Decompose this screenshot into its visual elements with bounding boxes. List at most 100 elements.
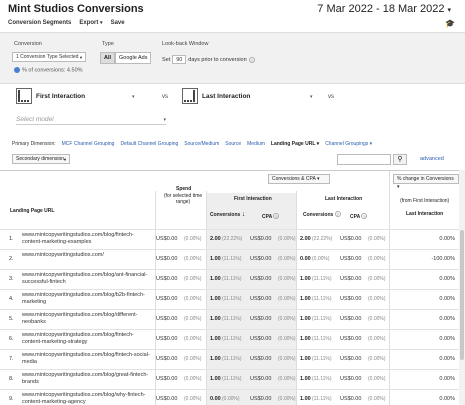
cell-url[interactable]: www.mintcopywritingstudios.com/blog/diff…: [22, 312, 152, 326]
cell-fcpa: US$0.00: [250, 336, 272, 342]
chevron-down-icon[interactable]: ▾: [310, 94, 313, 100]
chevron-down-icon: ▾: [316, 176, 320, 182]
lookback-days-input[interactable]: 90: [172, 55, 187, 64]
cell-spend-p: (0.00%): [184, 336, 202, 342]
dimension-landing-page[interactable]: Landing Page URL ▾: [271, 141, 319, 147]
sort-arrow-icon: ↓: [241, 211, 246, 218]
cell-spend: US$0.00: [156, 336, 178, 342]
dimension-source-medium[interactable]: Source/Medium: [184, 141, 219, 147]
dimension-source[interactable]: Source: [225, 141, 241, 147]
table-row: 7. www.mintcopywritingstudios.com/blog/fi…: [0, 349, 465, 369]
page-title: Mint Studios Conversions: [8, 3, 144, 15]
cell-spend: US$0.00: [156, 296, 178, 302]
cell-url[interactable]: www.mintcopywritingstudios.com/blog/b2b-…: [22, 292, 152, 306]
col-last-conversions[interactable]: Conversions ?: [303, 211, 341, 218]
save-button[interactable]: Save: [111, 20, 125, 26]
change-metric-select[interactable]: % change in Conversions ▾: [393, 174, 459, 190]
dimension-medium[interactable]: Medium: [247, 141, 265, 147]
cell-chg: 0.00%: [439, 276, 455, 282]
model-last-selector[interactable]: Last Interaction: [182, 88, 250, 104]
col-spend[interactable]: Spend: [176, 186, 191, 192]
cell-lcpa: US$0.00: [340, 316, 362, 322]
channel-groupings-label: Channel Groupings: [325, 141, 369, 147]
cell-url[interactable]: www.mintcopywritingstudios.com/blog/fint…: [22, 352, 152, 366]
type-toggle: All Google Ads: [100, 52, 152, 64]
cell-url[interactable]: www.mintcopywritingstudios.com/blog/ant-…: [22, 272, 152, 286]
export-button[interactable]: Export ▾: [79, 20, 102, 26]
cell-spend-p: (0.00%): [184, 236, 202, 242]
chevron-down-icon: ▼: [63, 157, 67, 162]
col-first-cpa[interactable]: CPA ?: [262, 213, 280, 220]
cell-fcpa-p: (0.00%): [278, 236, 296, 242]
cell-spend-p: (0.00%): [184, 376, 202, 382]
conversion-segments-button[interactable]: Conversion Segments: [8, 20, 71, 26]
metric-select-label: Conversions & CPA: [272, 176, 316, 182]
cell-idx: 2.: [9, 256, 14, 262]
advanced-link[interactable]: advanced: [420, 156, 444, 162]
cell-fconv-p: (11.11%): [222, 376, 242, 382]
table-row: 8. www.mintcopywritingstudios.com/blog/gr…: [0, 369, 465, 389]
help-icon[interactable]: ?: [248, 56, 255, 63]
search-icon[interactable]: ⚲: [393, 154, 407, 165]
model-first-selector[interactable]: First Interaction: [16, 88, 85, 104]
cell-fconv: 2.00: [210, 236, 221, 242]
cell-chg: 0.00%: [439, 356, 455, 362]
help-icon[interactable]: ?: [334, 211, 341, 217]
select-model-dropdown[interactable]: Select model ▾: [16, 116, 166, 125]
cell-fconv: 1.00: [210, 256, 221, 262]
channel-groupings-link[interactable]: Channel Groupings ▾: [325, 141, 372, 147]
col-landing-page[interactable]: Landing Page URL: [10, 208, 54, 214]
cell-fcpa-p: (0.00%): [278, 296, 296, 302]
cell-fcpa: US$0.00: [250, 316, 272, 322]
table-row: 9. www.mintcopywritingstudios.com/blog/wh…: [0, 389, 465, 405]
cell-fcpa-p: (0.00%): [278, 356, 296, 362]
search-input[interactable]: [337, 154, 391, 165]
cell-url[interactable]: www.mintcopywritingstudios.com/blog/fint…: [22, 232, 152, 246]
cell-fcpa-p: (0.00%): [278, 256, 296, 262]
type-google-ads-button[interactable]: Google Ads: [115, 52, 152, 64]
cell-fconv: 1.00: [210, 376, 221, 382]
help-icon[interactable]: ?: [273, 213, 280, 219]
lookback-suffix: days prior to conversion: [188, 56, 247, 63]
graduation-cap-icon[interactable]: 🎓: [445, 19, 455, 28]
chevron-down-icon: ▾: [369, 141, 373, 147]
table-row: 6. www.mintcopywritingstudios.com/blog/fi…: [0, 329, 465, 349]
cell-url[interactable]: www.mintcopywritingstudios.com/blog/why-…: [22, 392, 152, 405]
cell-lcpa: US$0.00: [340, 376, 362, 382]
cell-fconv-p: (11.11%): [222, 316, 242, 322]
date-range-selector[interactable]: 7 Mar 2022 - 18 Mar 2022 ▾: [317, 3, 451, 15]
help-icon[interactable]: ?: [361, 213, 368, 219]
secondary-dimension-select[interactable]: Secondary dimension ▼: [12, 154, 70, 164]
conversion-percentage-text: % of conversions: 4.50%: [22, 67, 83, 74]
metric-select[interactable]: Conversions & CPA ▾: [268, 174, 330, 184]
cell-fconv: 1.00: [210, 296, 221, 302]
table-row: 5. www.mintcopywritingstudios.com/blog/di…: [0, 309, 465, 329]
cell-spend: US$0.00: [156, 256, 178, 262]
dimension-default-channel[interactable]: Default Channel Grouping: [120, 141, 178, 147]
cell-chg: 0.00%: [439, 396, 455, 402]
cell-lconv: 1.00: [300, 296, 311, 302]
chevron-down-icon[interactable]: ▾: [132, 94, 135, 100]
col-first-conversions[interactable]: Conversions ↓: [210, 211, 245, 218]
scrollbar[interactable]: [459, 170, 465, 405]
cell-lcpa-p: (0.00%): [368, 296, 386, 302]
scrollbar-thumb[interactable]: [460, 230, 464, 360]
lookback-prefix: Set: [162, 56, 171, 63]
cell-lconv-p: (11.11%): [312, 296, 332, 302]
cell-spend: US$0.00: [156, 316, 178, 322]
conversion-select[interactable]: 1 Conversion Type Selected ▼: [12, 52, 86, 62]
cell-lcpa: US$0.00: [340, 356, 362, 362]
cell-url[interactable]: www.mintcopywritingstudios.com/blog/fint…: [22, 332, 152, 346]
cell-lconv: 2.00: [300, 236, 311, 242]
cell-url[interactable]: www.mintcopywritingstudios.com/: [22, 252, 152, 259]
col-first-conversions-label: Conversions: [210, 212, 241, 218]
col-last-cpa[interactable]: CPA ?: [350, 213, 368, 220]
info-dot-icon: [14, 67, 20, 73]
cell-url[interactable]: www.mintcopywritingstudios.com/blog/grea…: [22, 372, 152, 386]
cell-fconv-p: (11.11%): [222, 276, 242, 282]
dimension-mcf-channel[interactable]: MCF Channel Grouping: [62, 141, 115, 147]
type-all-button[interactable]: All: [100, 52, 116, 64]
cell-lconv-p: (11.11%): [312, 276, 332, 282]
conversion-label: Conversion: [14, 41, 42, 47]
cell-lconv-p: (11.11%): [312, 356, 332, 362]
